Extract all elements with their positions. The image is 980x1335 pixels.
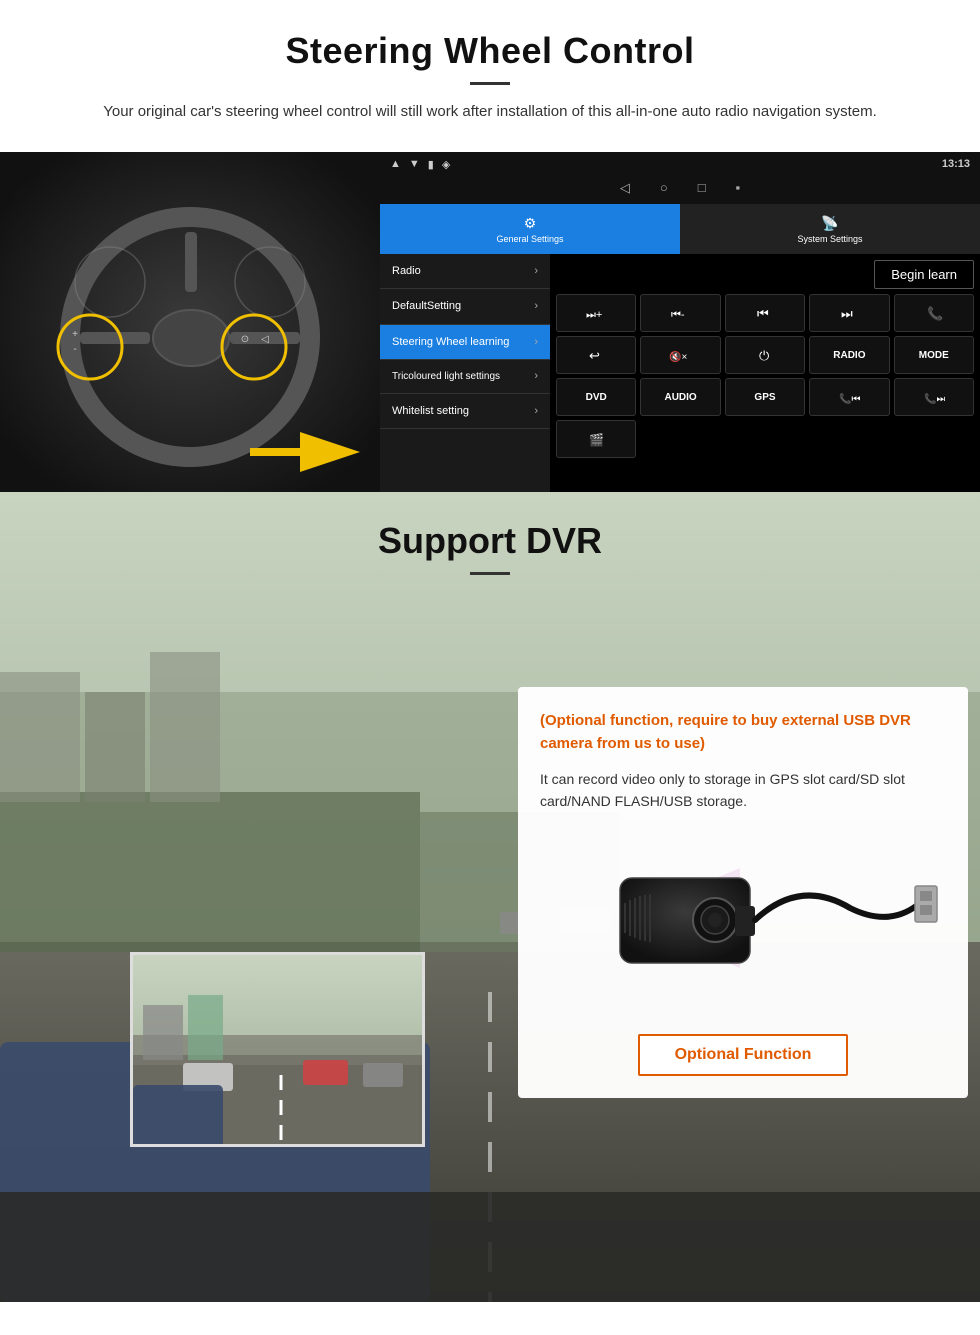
dvr-thumbnail-image	[133, 955, 425, 1147]
tab-system-label: System Settings	[797, 234, 862, 244]
svg-text:⏭: ⏭	[841, 306, 853, 321]
ctrl-dvd[interactable]: DVD	[556, 378, 636, 416]
android-navbar[interactable]: ◁ ○ □ ▪	[380, 176, 980, 204]
svg-text:🎬: 🎬	[589, 433, 604, 447]
system-icon: 📡	[821, 215, 838, 232]
dvr-thumbnail	[130, 952, 425, 1147]
wifi-icon: ▼	[409, 158, 420, 170]
ctrl-vol-up[interactable]: ⏭+	[556, 294, 636, 332]
ctrl-mode-label: MODE	[919, 350, 949, 361]
gps-icon: ◈	[442, 158, 450, 171]
tab-general[interactable]: ⚙ General Settings	[380, 204, 680, 254]
home-icon[interactable]: ○	[660, 180, 668, 200]
status-time: 13:13	[942, 158, 970, 170]
menu-item-whitelist[interactable]: Whitelist setting ›	[380, 394, 550, 429]
svg-text:⏻: ⏻	[759, 348, 769, 363]
steering-wheel-graphic: + - ⊙ ◁	[0, 152, 380, 492]
back-icon[interactable]: ◁	[620, 180, 630, 200]
ctrl-radio[interactable]: RADIO	[809, 336, 889, 374]
gear-icon: ⚙	[524, 215, 537, 232]
signal-icon: ▲	[390, 158, 401, 170]
android-ui: ▲ ▼ ▮ ◈ 13:13 ◁ ○ □ ▪ ⚙ General Settings…	[380, 152, 980, 492]
ctrl-record[interactable]: 🎬	[556, 420, 636, 458]
ctrl-dvd-label: DVD	[586, 392, 607, 403]
menu-list: Radio › DefaultSetting › Steering Wheel …	[380, 254, 550, 492]
ctrl-radio-label: RADIO	[833, 350, 865, 361]
svg-text:⊙: ⊙	[241, 334, 249, 345]
dvr-camera-svg	[540, 828, 950, 1013]
svg-text:📞⏭: 📞⏭	[924, 392, 945, 405]
dvr-divider	[470, 572, 510, 575]
ctrl-back[interactable]: ↩	[556, 336, 636, 374]
begin-learn-button[interactable]: Begin learn	[874, 260, 974, 289]
menu-icon[interactable]: ▪	[736, 180, 741, 200]
dvr-optional-text: (Optional function, require to buy exter…	[540, 709, 946, 756]
svg-text:⏮: ⏮	[757, 306, 769, 321]
section1-header: Steering Wheel Control Your original car…	[0, 0, 980, 134]
ctrl-grid: ⏭+ ⏮- ⏮ ⏭ 📞 ↩	[556, 294, 974, 458]
dvr-section-header: Support DVR	[0, 492, 980, 593]
ctrl-gps-label: GPS	[754, 392, 775, 403]
menu-item-tricolour[interactable]: Tricoloured light settings ›	[380, 360, 550, 394]
section1-divider	[470, 82, 510, 85]
ctrl-call[interactable]: 📞	[894, 294, 974, 332]
menu-item-radio-arrow: ›	[534, 265, 538, 277]
dvr-info-card: (Optional function, require to buy exter…	[518, 687, 968, 1098]
ctrl-audio[interactable]: AUDIO	[640, 378, 720, 416]
svg-text:⏭+: ⏭+	[586, 309, 602, 321]
svg-text:📞: 📞	[927, 305, 944, 321]
svg-text:⏮-: ⏮-	[671, 309, 685, 321]
menu-item-whitelist-arrow: ›	[534, 405, 538, 417]
menu-item-default-label: DefaultSetting	[392, 299, 461, 313]
ctrl-power[interactable]: ⏻	[725, 336, 805, 374]
ctrl-prev[interactable]: ⏮	[725, 294, 805, 332]
menu-controls-area: Radio › DefaultSetting › Steering Wheel …	[380, 254, 980, 492]
optional-function-button[interactable]: Optional Function	[638, 1034, 849, 1076]
svg-text:◁: ◁	[261, 334, 269, 345]
ctrl-gps[interactable]: GPS	[725, 378, 805, 416]
menu-item-tricolour-label: Tricoloured light settings	[392, 370, 500, 383]
section1-subtitle: Your original car's steering wheel contr…	[60, 100, 920, 124]
tab-general-label: General Settings	[496, 234, 563, 244]
ctrl-call-prev[interactable]: 📞⏮	[809, 378, 889, 416]
recent-icon[interactable]: □	[698, 180, 706, 200]
battery-icon: ▮	[428, 158, 434, 171]
menu-item-tricolour-arrow: ›	[534, 370, 538, 382]
dvr-description: It can record video only to storage in G…	[540, 768, 946, 813]
ctrl-call-next[interactable]: 📞⏭	[894, 378, 974, 416]
menu-item-steering-arrow: ›	[534, 336, 538, 348]
ctrl-audio-label: AUDIO	[664, 392, 696, 403]
svg-text:📞⏮: 📞⏮	[839, 392, 860, 405]
menu-item-whitelist-label: Whitelist setting	[392, 404, 469, 418]
menu-item-steering[interactable]: Steering Wheel learning ›	[380, 325, 550, 360]
svg-text:-: -	[73, 344, 76, 355]
dvr-title: Support DVR	[0, 520, 980, 562]
status-icons-left: ▲ ▼ ▮ ◈	[390, 158, 450, 171]
menu-item-default[interactable]: DefaultSetting ›	[380, 289, 550, 324]
svg-text:↩: ↩	[589, 348, 600, 363]
dvr-camera-illustration	[540, 828, 946, 1018]
svg-text:🔇×: 🔇×	[669, 350, 687, 363]
section1-title: Steering Wheel Control	[20, 30, 960, 72]
svg-text:+: +	[72, 329, 78, 340]
controls-panel: Begin learn ⏭+ ⏮- ⏮ ⏭	[550, 254, 980, 492]
steering-photo: + - ⊙ ◁	[0, 152, 380, 492]
ctrl-vol-down[interactable]: ⏮-	[640, 294, 720, 332]
ctrl-mute[interactable]: 🔇×	[640, 336, 720, 374]
menu-item-steering-label: Steering Wheel learning	[392, 335, 509, 349]
steering-container: + - ⊙ ◁ ▲ ▼ ▮ ◈ 13:13 ◁ ○	[0, 152, 980, 492]
menu-item-radio-label: Radio	[392, 264, 421, 278]
menu-item-radio[interactable]: Radio ›	[380, 254, 550, 289]
tab-system[interactable]: 📡 System Settings	[680, 204, 980, 254]
begin-learn-row: Begin learn	[556, 260, 974, 289]
ctrl-mode[interactable]: MODE	[894, 336, 974, 374]
settings-tabs: ⚙ General Settings 📡 System Settings	[380, 204, 980, 254]
menu-item-default-arrow: ›	[534, 300, 538, 312]
ctrl-next[interactable]: ⏭	[809, 294, 889, 332]
dvr-section: Support DVR	[0, 492, 980, 1302]
android-statusbar: ▲ ▼ ▮ ◈ 13:13	[380, 152, 980, 176]
